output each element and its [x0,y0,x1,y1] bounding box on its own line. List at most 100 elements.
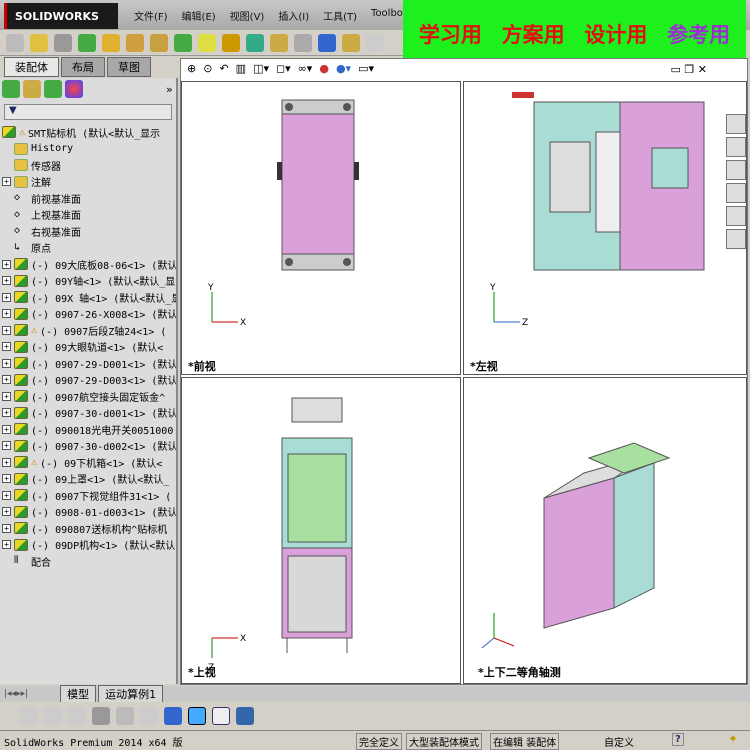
expand-icon[interactable]: + [2,325,11,335]
assembly-features-icon[interactable] [174,33,192,52]
tree-item[interactable]: + (-) 09大眼轨道<1> (默认< [2,339,176,356]
tree-root[interactable]: ⚠ SMT贴标机 (默认<默认_显示 [2,124,176,141]
tree-item[interactable]: + ⚠ (-) 09下机箱<1> (默认< [2,454,176,471]
tree-item[interactable]: + (-) 09X 轴<1> (默认<默认_显 [2,289,176,306]
new-part-icon[interactable] [30,33,48,52]
graphics-area[interactable]: ⊕ ⊙ ↶ ▥ ◫▾ ◻▾ ∞▾ ● ●▾ ▭▾ ▭ ❐ ✕ YX *前视 Y … [180,58,748,685]
tree-item[interactable]: + (-) 09大底板08-06<1> (默认 [2,256,176,273]
custom-properties-icon[interactable] [726,229,746,249]
hide-show-icon[interactable]: ∞▾ [298,62,313,75]
property-manager-icon[interactable] [23,80,41,98]
tree-item[interactable]: + (-) 0907-30-d001<1> (默认 [2,405,176,422]
tree-item[interactable]: ⫴ 配合 [2,553,176,570]
expand-icon[interactable]: + [2,358,11,368]
expand-icon[interactable]: + [2,457,11,467]
tree-item[interactable]: + (-) 09上罩<1> (默认<默认_ [2,471,176,488]
viewport-front[interactable]: YX *前视 [181,81,461,375]
tab-layout[interactable]: 布局 [61,57,105,77]
menu-file[interactable]: 文件(F) [134,8,168,23]
mate-icon[interactable] [54,33,72,52]
expand-icon[interactable]: + [2,540,11,550]
tree-item[interactable]: + (-) 09Y轴<1> (默认<默认_显 [2,273,176,290]
bill-of-materials-icon[interactable] [246,33,264,52]
align-icon[interactable] [140,707,158,725]
tree-item[interactable]: + 注解 [2,174,176,191]
shaded-icon[interactable] [188,707,206,725]
viewport-top[interactable]: XZ *上视 [181,377,461,684]
menu-tools[interactable]: 工具(T) [323,8,357,23]
tree-item[interactable]: 传感器 [2,157,176,174]
tree-item[interactable]: + (-) 0907航空接头固定钣金^ [2,388,176,405]
expand-icon[interactable]: » [166,83,173,96]
expand-icon[interactable]: + [2,177,11,187]
solidworks-resources-icon[interactable] [726,114,746,134]
tab-model[interactable]: 模型 [60,685,97,703]
expand-icon[interactable]: + [2,259,11,269]
help-button[interactable]: ? [672,733,684,746]
expand-icon[interactable]: + [2,408,11,418]
feature-manager-icon[interactable] [2,80,20,98]
zoom-to-fit-icon[interactable]: ⊕ [187,62,196,75]
expand-icon[interactable]: + [2,342,11,352]
hide-icon[interactable] [20,707,38,725]
rotate-component-icon[interactable] [126,33,144,52]
insert-component-icon[interactable] [6,33,24,52]
design-library-icon[interactable] [726,137,746,157]
minimize-icon[interactable]: ▭ [671,63,681,76]
explode-line-icon[interactable] [294,33,312,52]
tree-item[interactable]: + (-) 0908-01-d003<1> (默认 [2,504,176,521]
tab-sketch[interactable]: 草图 [107,57,151,77]
expand-icon[interactable]: + [2,490,11,500]
tree-item[interactable]: + (-) 090018光电开关0051000 [2,421,176,438]
menu-view[interactable]: 视图(V) [230,8,265,23]
tree-item[interactable]: + (-) 0907-29-D003<1> (默认 [2,372,176,389]
section-view-icon[interactable]: ▥ [236,62,246,75]
viewport-left[interactable]: YZ *左视 [463,81,747,375]
pattern-icon[interactable] [78,33,96,52]
hole-icon[interactable] [366,33,384,52]
tree-item[interactable]: + (-) 09DP机构<1> (默认<默认 [2,537,176,554]
rebuild-status-icon[interactable]: ◆ [730,733,736,744]
expand-icon[interactable]: + [2,474,11,484]
view-orientation-icon[interactable]: ◫▾ [253,62,269,75]
tree-item[interactable]: + (-) 090807送标机构^贴标机 [2,520,176,537]
units-selector[interactable]: 自定义 [604,734,634,749]
scene-icon[interactable]: ●▾ [336,62,351,75]
tree-item[interactable]: ↳ 原点 [2,240,176,257]
expand-icon[interactable]: + [2,507,11,517]
expand-icon[interactable]: + [2,523,11,533]
status-large-assembly[interactable]: 大型装配体模式 [406,733,482,750]
tab-scroll-arrows[interactable]: |◂◂▸▸| [4,689,28,699]
edit-appearance-icon[interactable] [236,707,254,725]
axis-icon[interactable] [164,707,182,725]
expand-icon[interactable]: + [2,309,11,319]
rebuild-icon[interactable] [68,707,86,725]
restore-icon[interactable]: ❐ [684,63,694,76]
table-icon[interactable] [212,707,230,725]
filter-input[interactable]: ▼ [4,104,172,120]
tree-item[interactable]: + (-) 0907-26-X008<1> (默认 [2,306,176,323]
show-icon[interactable] [44,707,62,725]
view-palette-icon[interactable] [726,183,746,203]
new-motion-study-icon[interactable] [222,33,240,52]
expand-icon[interactable]: + [2,441,11,451]
tree-item[interactable]: ◇ 前视基准面 [2,190,176,207]
clearance-icon[interactable] [342,33,360,52]
tree-item[interactable]: + (-) 0907下视觉组件31<1> ( [2,487,176,504]
tree-item[interactable]: + ⚠ (-) 0907后段Z轴24<1> ( [2,322,176,339]
menu-edit[interactable]: 编辑(E) [182,8,216,23]
exploded-view-icon[interactable] [270,33,288,52]
expand-icon[interactable]: + [2,424,11,434]
tree-item[interactable]: + (-) 0907-29-D001<1> (默认 [2,355,176,372]
view-settings-icon[interactable]: ▭▾ [358,62,374,75]
expand-icon[interactable]: + [2,391,11,401]
file-explorer-icon[interactable] [726,160,746,180]
expand-icon[interactable]: + [2,375,11,385]
list-icon[interactable] [92,707,110,725]
appearance-icon[interactable]: ● [319,62,329,75]
expand-icon[interactable]: + [2,292,11,302]
display-manager-icon[interactable] [65,80,83,98]
reference-geometry-icon[interactable] [198,33,216,52]
previous-view-icon[interactable]: ↶ [219,62,228,75]
configuration-manager-icon[interactable] [44,80,62,98]
